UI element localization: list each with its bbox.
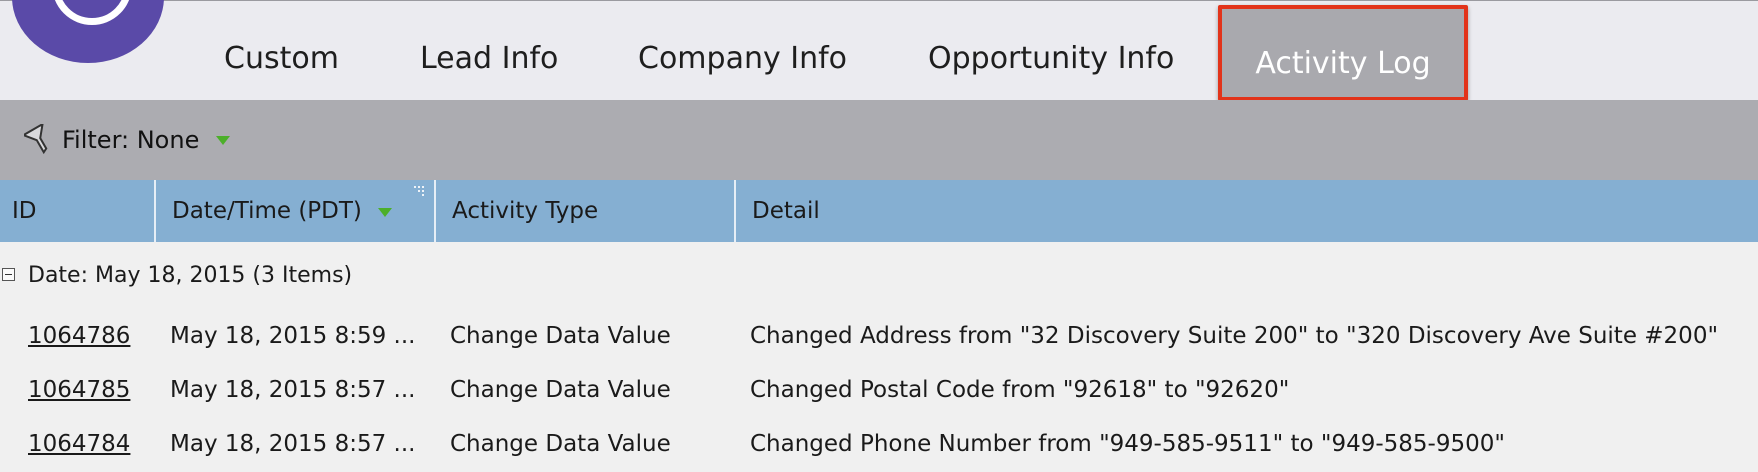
table-row[interactable]: 1064786 May 18, 2015 8:59 ... Change Dat… [0, 310, 1758, 362]
funnel-icon[interactable] [24, 124, 54, 156]
filter-bar: Filter: None [0, 100, 1758, 180]
column-header-datetime[interactable]: Date/Time (PDT) [172, 180, 362, 242]
column-header-id[interactable]: ID [12, 180, 37, 242]
column-header-activity-type[interactable]: Activity Type [452, 180, 598, 242]
activity-type: Change Data Value [450, 323, 671, 349]
activity-detail: Changed Phone Number from "949-585-9511"… [750, 431, 1505, 457]
activity-detail: Changed Address from "32 Discovery Suite… [750, 323, 1719, 349]
tab-activity-log[interactable]: Activity Log [1218, 5, 1468, 101]
group-label: Date: May 18, 2015 (3 Items) [28, 263, 353, 288]
activity-datetime: May 18, 2015 8:57 ... [170, 431, 416, 457]
tab-custom[interactable]: Custom [224, 1, 339, 101]
tab-opportunity-info[interactable]: Opportunity Info [928, 1, 1174, 101]
activity-id-link[interactable]: 1064786 [28, 310, 130, 362]
column-header-detail[interactable]: Detail [752, 180, 820, 242]
tab-lead-info[interactable]: Lead Info [420, 1, 558, 101]
table-row[interactable]: 1064785 May 18, 2015 8:57 ... Change Dat… [0, 364, 1758, 416]
activity-id-link[interactable]: 1064785 [28, 364, 130, 416]
column-resize-icon[interactable] [414, 186, 426, 196]
activity-detail: Changed Postal Code from "92618" to "926… [750, 377, 1290, 403]
activity-type: Change Data Value [450, 431, 671, 457]
tab-bar: Custom Lead Info Company Info Opportunit… [0, 0, 1758, 101]
table-header: ID Date/Time (PDT) Activity Type Detail [0, 180, 1758, 242]
tab-company-info[interactable]: Company Info [638, 1, 847, 101]
logo-icon [12, 0, 164, 63]
activity-datetime: May 18, 2015 8:59 ... [170, 323, 416, 349]
filter-dropdown-icon[interactable] [216, 136, 230, 145]
sort-desc-icon[interactable] [378, 208, 392, 217]
filter-label[interactable]: Filter: None [62, 100, 199, 180]
activity-datetime: May 18, 2015 8:57 ... [170, 377, 416, 403]
activity-id-link[interactable]: 1064784 [28, 418, 130, 470]
activity-type: Change Data Value [450, 377, 671, 403]
table-row[interactable]: 1064784 May 18, 2015 8:57 ... Change Dat… [0, 418, 1758, 470]
collapse-icon[interactable] [2, 268, 15, 281]
